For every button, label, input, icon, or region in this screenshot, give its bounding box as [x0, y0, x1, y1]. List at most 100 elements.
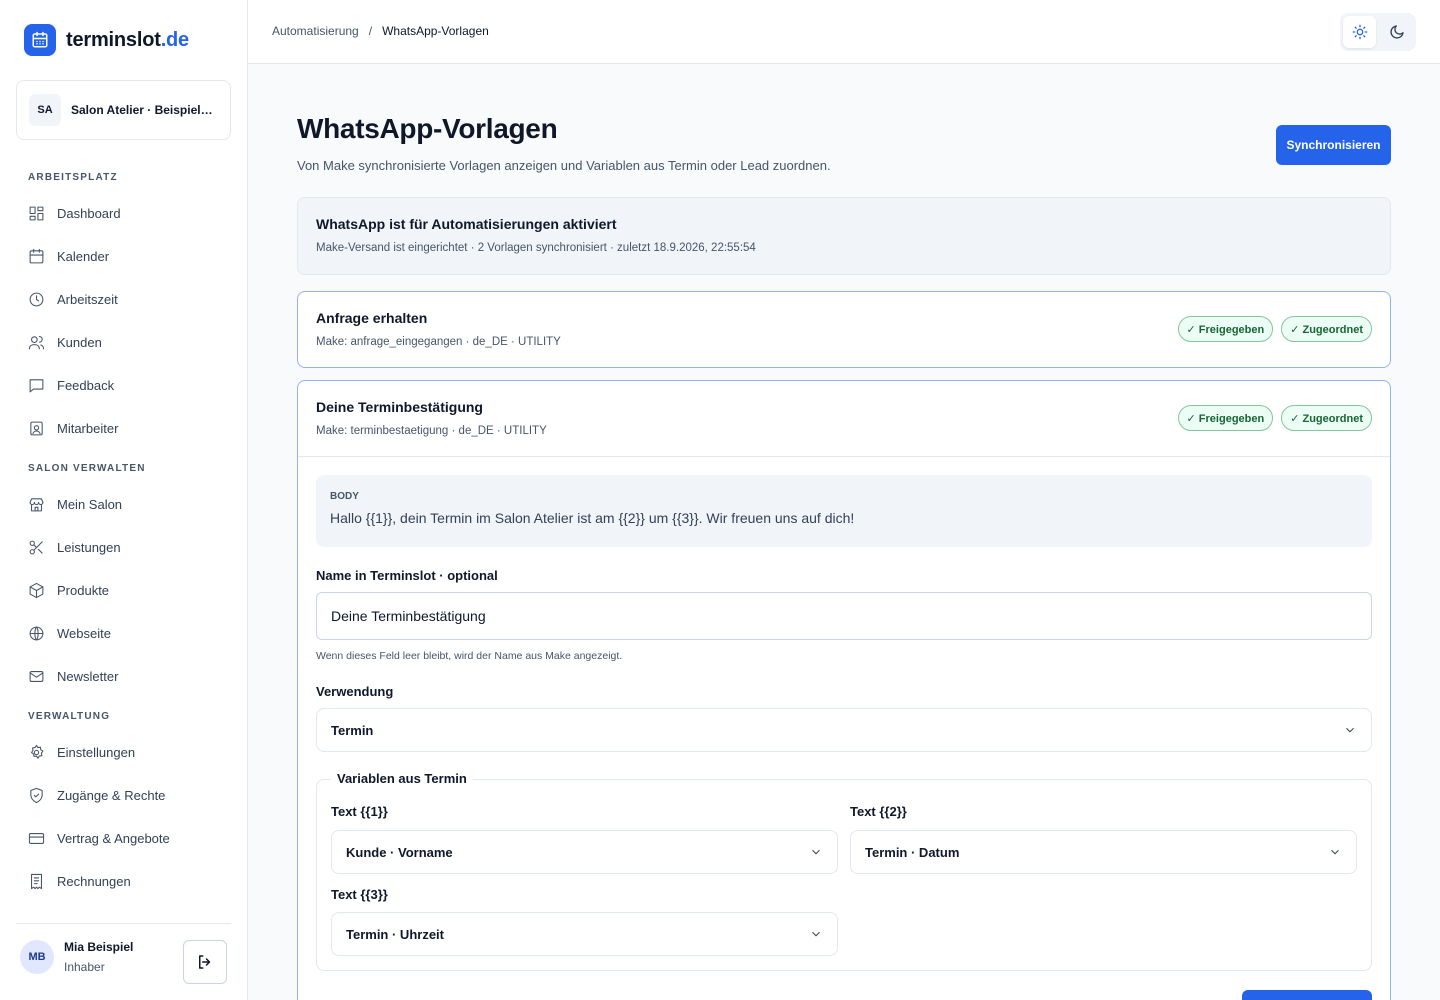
- assigned-badge: ✓ Zugeordnet: [1281, 316, 1372, 342]
- template-name-input[interactable]: Deine Terminbestätigung: [316, 592, 1372, 640]
- calendar-icon: [29, 248, 44, 263]
- variables-legend: Variablen aus Termin: [331, 771, 473, 786]
- sidebar-item-label: Mitarbeiter: [57, 420, 119, 436]
- sidebar-item-feedback[interactable]: Feedback: [16, 367, 231, 403]
- message-icon: [29, 378, 44, 392]
- variable-3-label: Text {{3}}: [331, 887, 388, 902]
- sidebar-item-label: Kalender: [57, 248, 110, 264]
- moon-icon: [1389, 25, 1404, 39]
- nav-section-salon: SALON VERWALTEN: [28, 463, 146, 474]
- sidebar-divider: [16, 923, 231, 924]
- approved-badge: ✓ Freigegeben: [1177, 316, 1274, 342]
- box-icon: [29, 582, 44, 598]
- sidebar-item-label: Arbeitszeit: [57, 291, 118, 307]
- template-badges: ✓ Freigegeben ✓ Zugeordnet: [1177, 316, 1372, 342]
- topbar: Automatisierung / WhatsApp-Vorlagen: [248, 0, 1440, 64]
- variable-3-value: Termin · Uhrzeit: [346, 926, 444, 942]
- template-header[interactable]: Deine Terminbestätigung Make: terminbest…: [298, 381, 1390, 456]
- sidebar-item-label: Newsletter: [57, 668, 119, 684]
- usage-select-value: Termin: [331, 722, 374, 738]
- breadcrumb-current: WhatsApp-Vorlagen: [382, 24, 489, 38]
- sidebar-item-produkte[interactable]: Produkte: [16, 572, 231, 608]
- whatsapp-status-card: WhatsApp ist für Automatisierungen aktiv…: [297, 197, 1391, 275]
- sidebar-item-kalender[interactable]: Kalender: [16, 238, 231, 274]
- sidebar-item-label: Einstellungen: [57, 744, 136, 760]
- variable-2-value: Termin · Datum: [865, 844, 960, 860]
- calendar-logo-icon: [24, 24, 56, 56]
- users-icon: [28, 335, 45, 349]
- user-role: Inhaber: [64, 960, 105, 974]
- variable-2-select[interactable]: Termin · Datum: [850, 830, 1357, 874]
- status-details: Make-Versand ist eingerichtet · 2 Vorlag…: [316, 242, 756, 254]
- nav-section-admin: VERWALTUNG: [28, 711, 111, 722]
- variable-1-label: Text {{1}}: [331, 804, 388, 819]
- theme-toggle: [1340, 13, 1416, 51]
- salon-name: Salon Atelier · Beispiel…: [71, 103, 213, 117]
- name-field-label: Name in Terminslot · optional: [316, 568, 498, 583]
- template-header[interactable]: Anfrage erhalten Make: anfrage_eingegang…: [298, 292, 1390, 367]
- globe-icon: [29, 626, 44, 640]
- user-name: Mia Beispiel: [64, 940, 134, 954]
- sidebar-item-mitarbeiter[interactable]: Mitarbeiter: [16, 410, 231, 446]
- scissors-icon: [29, 540, 43, 554]
- sidebar-item-label: Webseite: [57, 625, 111, 641]
- sidebar-item-kunden[interactable]: Kunden: [16, 324, 231, 360]
- sidebar-item-label: Vertrag & Angebote: [57, 830, 170, 846]
- body-text: Hallo {{1}}, dein Termin im Salon Atelie…: [330, 510, 855, 526]
- nav-section-workspace: ARBEITSPLATZ: [28, 172, 118, 183]
- sidebar-item-newsletter[interactable]: Newsletter: [16, 658, 231, 694]
- logout-icon: [199, 955, 211, 969]
- sidebar-item-einstellungen[interactable]: Einstellungen: [16, 734, 231, 770]
- page-subtitle: Von Make synchronisierte Vorlagen anzeig…: [297, 158, 831, 173]
- template-card-terminbestaetigung: Deine Terminbestätigung Make: terminbest…: [297, 380, 1391, 1000]
- badge-icon: [30, 421, 43, 435]
- mail-icon: [29, 670, 44, 682]
- chevron-down-icon: [812, 849, 820, 855]
- template-badges: ✓ Freigegeben ✓ Zugeordnet: [1177, 405, 1372, 431]
- name-field-hint: Wenn dieses Feld leer bleibt, wird der N…: [316, 650, 623, 662]
- sidebar-item-label: Rechnungen: [57, 873, 131, 889]
- template-card-anfrage[interactable]: Anfrage erhalten Make: anfrage_eingegang…: [297, 291, 1391, 368]
- save-button[interactable]: [1242, 990, 1372, 1000]
- dashboard-icon: [29, 206, 44, 220]
- variable-2-label: Text {{2}}: [850, 804, 907, 819]
- avatar: MB: [20, 940, 54, 974]
- sync-button[interactable]: Synchronisieren: [1276, 125, 1391, 165]
- sidebar-item-label: Feedback: [57, 377, 115, 393]
- shield-icon: [30, 787, 43, 803]
- light-mode-button[interactable]: [1343, 16, 1376, 48]
- approved-badge: ✓ Freigegeben: [1177, 405, 1274, 431]
- sidebar-item-rechnungen[interactable]: Rechnungen: [16, 863, 231, 899]
- sidebar-item-label: Produkte: [57, 582, 110, 598]
- usage-field-label: Verwendung: [316, 684, 394, 699]
- breadcrumb-parent[interactable]: Automatisierung: [272, 24, 359, 38]
- sidebar-item-webseite[interactable]: Webseite: [16, 615, 231, 651]
- body-label: BODY: [330, 491, 359, 502]
- card-icon: [28, 832, 45, 844]
- sidebar-item-dashboard[interactable]: Dashboard: [16, 195, 231, 231]
- sidebar-item-arbeitszeit[interactable]: Arbeitszeit: [16, 281, 231, 317]
- message-body-preview: BODY Hallo {{1}}, dein Termin im Salon A…: [316, 475, 1372, 547]
- sidebar-item-vertrag[interactable]: Vertrag & Angebote: [16, 820, 231, 856]
- logout-button[interactable]: [183, 940, 227, 984]
- variables-fieldset: Variablen aus Termin Text {{1}} Kunde · …: [316, 771, 1372, 971]
- brand-name: terminslot.de: [66, 28, 189, 51]
- assigned-badge: ✓ Zugeordnet: [1281, 405, 1372, 431]
- variable-1-select[interactable]: Kunde · Vorname: [331, 830, 838, 874]
- sidebar-item-mein-salon[interactable]: Mein Salon: [16, 486, 231, 522]
- sidebar-item-label: Kunden: [57, 334, 102, 350]
- variable-3-select[interactable]: Termin · Uhrzeit: [331, 912, 838, 956]
- dark-mode-button[interactable]: [1380, 16, 1413, 48]
- sidebar-item-zugaenge[interactable]: Zugänge & Rechte: [16, 777, 231, 813]
- page-title: WhatsApp-Vorlagen: [297, 113, 558, 144]
- chevron-down-icon: [1331, 849, 1339, 855]
- sidebar-item-label: Mein Salon: [57, 496, 123, 512]
- store-icon: [29, 497, 44, 511]
- sidebar-item-leistungen[interactable]: Leistungen: [16, 529, 231, 565]
- salon-switcher[interactable]: SA Salon Atelier · Beispiel…: [16, 80, 231, 140]
- brand[interactable]: terminslot.de: [24, 24, 189, 56]
- user-profile: MB Mia Beispiel Inhaber: [20, 940, 133, 974]
- usage-select[interactable]: Termin: [316, 708, 1372, 752]
- sun-icon: [1352, 24, 1367, 40]
- chevron-down-icon: [812, 931, 820, 937]
